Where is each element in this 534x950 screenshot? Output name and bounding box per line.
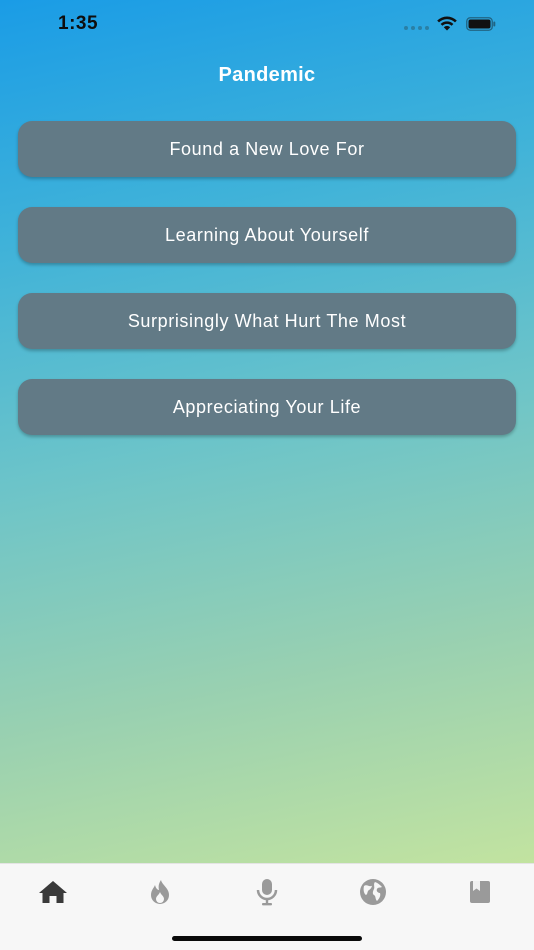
book-icon	[470, 881, 490, 903]
status-time: 1:35	[58, 13, 99, 34]
tab-explore[interactable]	[353, 878, 393, 906]
globe-icon	[360, 879, 386, 905]
topic-button-label: Appreciating Your Life	[172, 396, 362, 417]
tab-home[interactable]	[33, 878, 73, 906]
topic-button-found-new-love[interactable]: Found a New Love For	[18, 121, 516, 177]
home-icon	[39, 881, 67, 903]
topic-button-what-hurt-most[interactable]: Surprisingly What Hurt The Most	[18, 293, 516, 349]
battery-icon	[466, 17, 496, 31]
topic-button-label: Found a New Love For	[169, 138, 365, 159]
page-title: Pandemic	[218, 64, 316, 86]
status-bar: 1:35	[0, 0, 534, 50]
topic-button-learning-about-yourself[interactable]: Learning About Yourself	[18, 207, 516, 263]
wifi-icon	[437, 16, 457, 31]
topic-button-label: Surprisingly What Hurt The Most	[127, 310, 407, 331]
topic-button-appreciating-your-life[interactable]: Appreciating Your Life	[18, 379, 516, 435]
tab-trending[interactable]	[140, 878, 180, 906]
signal-icon	[404, 26, 429, 30]
home-indicator	[172, 936, 362, 941]
topic-button-label: Learning About Yourself	[165, 224, 369, 245]
tab-audio[interactable]	[247, 878, 287, 906]
screen-background: 1:35 Pandemic Found a New Love For Learn…	[0, 0, 534, 863]
tab-library[interactable]	[460, 878, 500, 906]
microphone-icon	[256, 879, 278, 906]
topic-button-list: Found a New Love For Learning About Your…	[18, 121, 516, 465]
flame-icon	[151, 880, 169, 904]
